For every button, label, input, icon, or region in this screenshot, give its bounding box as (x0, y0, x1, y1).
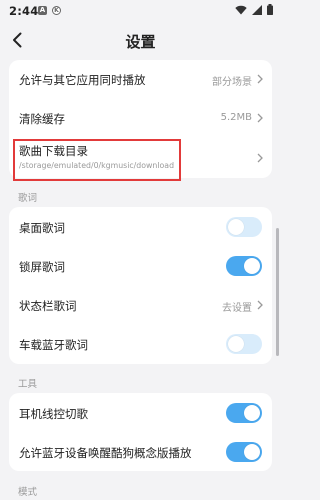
clear-cache-label: 清除缓存 (19, 112, 65, 126)
bluetooth-wake-setting: 允许蓝牙设备唤醒酷狗概念版播放 (9, 432, 272, 471)
page-title: 设置 (125, 33, 156, 51)
lockscreen-lyrics-toggle[interactable] (226, 256, 262, 276)
toggle-knob (228, 219, 244, 235)
tools-section-title: 工具 (18, 379, 38, 390)
chevron-right-icon (257, 153, 263, 163)
tools-settings-card: 耳机线控切歌 允许蓝牙设备唤醒酷狗概念版播放 (9, 393, 272, 471)
cache-size-value: 5.2MB (220, 112, 252, 123)
headset-control-toggle[interactable] (226, 403, 262, 423)
chevron-right-icon (257, 113, 263, 123)
car-bluetooth-lyrics-label: 车载蓝牙歌词 (19, 338, 88, 352)
notification-k-icon: K (52, 6, 61, 15)
lyrics-settings-card: 桌面歌词 锁屏歌词 状态栏歌词 去设置 车载蓝牙歌词 (9, 207, 272, 364)
app-bar: 设置 (0, 22, 281, 60)
wifi-icon (235, 5, 247, 14)
statusbar-lyrics-value: 去设置 (222, 303, 252, 314)
download-directory-highlight (13, 139, 181, 181)
chevron-right-icon (257, 74, 263, 84)
notification-a-icon: A (38, 6, 47, 15)
bluetooth-wake-label: 允许蓝牙设备唤醒酷狗概念版播放 (19, 446, 192, 460)
headset-control-label: 耳机线控切歌 (19, 407, 88, 421)
concurrent-play-value: 部分场景 (212, 77, 252, 88)
car-bluetooth-lyrics-toggle[interactable] (226, 334, 262, 354)
lockscreen-lyrics-setting: 锁屏歌词 (9, 246, 272, 285)
lockscreen-lyrics-label: 锁屏歌词 (19, 260, 65, 274)
bluetooth-wake-toggle[interactable] (226, 442, 262, 462)
chevron-right-icon (257, 300, 263, 310)
statusbar-lyrics-setting[interactable]: 状态栏歌词 去设置 (9, 285, 272, 324)
concurrent-play-setting[interactable]: 允许与其它应用同时播放 部分场景 (9, 60, 272, 98)
toggle-knob (244, 258, 260, 274)
scrollbar-thumb[interactable] (276, 228, 279, 356)
mode-section-title: 模式 (18, 487, 38, 498)
clear-cache-setting[interactable]: 清除缓存 5.2MB (9, 98, 272, 136)
battery-icon (267, 4, 273, 15)
concurrent-play-label: 允许与其它应用同时播放 (19, 73, 146, 87)
headset-control-setting: 耳机线控切歌 (9, 393, 272, 432)
signal-icon (252, 4, 262, 15)
desktop-lyrics-toggle[interactable] (226, 217, 262, 237)
desktop-lyrics-label: 桌面歌词 (19, 221, 65, 235)
toggle-knob (228, 336, 244, 352)
status-bar: 2:44 A K (0, 0, 281, 22)
car-bluetooth-lyrics-setting: 车载蓝牙歌词 (9, 324, 272, 364)
toggle-knob (244, 444, 260, 460)
lyrics-section-title: 歌词 (18, 193, 38, 204)
toggle-knob (244, 405, 260, 421)
statusbar-lyrics-label: 状态栏歌词 (19, 299, 77, 313)
desktop-lyrics-setting: 桌面歌词 (9, 207, 272, 246)
status-time: 2:44 (9, 4, 39, 18)
